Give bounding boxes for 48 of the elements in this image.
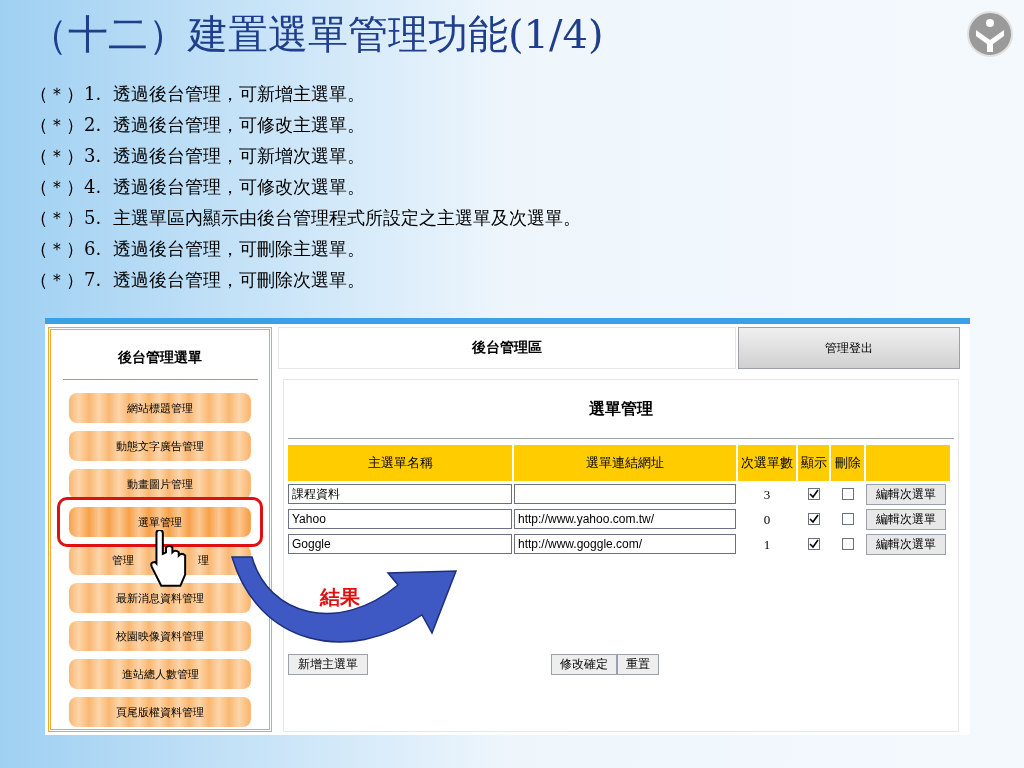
bullet-text: （＊）3. 透過後台管理，可新增次選單。 [30, 144, 366, 168]
logout-button[interactable]: 管理登出 [738, 327, 960, 369]
column-header: 顯示 [798, 444, 829, 481]
sidebar-menu-button[interactable]: 選單管理 [69, 507, 251, 537]
submenu-count: 1 [763, 535, 771, 554]
edit-submenu-button[interactable]: 編輯次選單 [866, 508, 946, 530]
menu-url-field[interactable]: http://www.yahoo.com.tw/ [514, 509, 736, 530]
edit-submenu-button[interactable]: 編輯次選單 [866, 533, 946, 555]
panel-title: 選單管理 [588, 398, 654, 419]
checkbox[interactable] [841, 488, 854, 501]
reset-button[interactable]: 重置 [617, 653, 659, 675]
header-title: 後台管理區 [278, 327, 736, 369]
sidebar-title: 後台管理選單 [118, 347, 202, 367]
column-header: 選單連結網址 [514, 444, 736, 481]
confirm-button[interactable]: 修改確定 [551, 653, 617, 675]
submenu-count: 0 [763, 510, 771, 529]
sidebar-menu-button[interactable]: 最新消息資料管理 [69, 583, 251, 613]
checkbox[interactable] [807, 513, 820, 526]
sidebar-menu-button[interactable]: 網站標題管理 [69, 393, 251, 423]
bullet-text: （＊）6. 透過後台管理，可刪除主選單。 [30, 237, 366, 261]
sidebar-menu-button[interactable]: 進站總人數管理 [69, 659, 251, 689]
add-menu-button[interactable]: 新增主選單 [288, 653, 368, 675]
menu-name-field[interactable]: 課程資料 [288, 484, 512, 505]
sidebar-menu-button[interactable]: 校園映像資料管理 [69, 621, 251, 651]
column-header: 次選單數 [738, 444, 796, 481]
bullet-text: （＊）5. 主選單區內顯示由後台管理程式所設定之主選單及次選單。 [30, 206, 582, 230]
bullet-text: （＊）7. 透過後台管理，可刪除次選單。 [30, 268, 366, 292]
sidebar-menu-button[interactable]: 動態文字廣告管理 [69, 431, 251, 461]
checkbox[interactable] [807, 488, 820, 501]
menu-name-field[interactable]: Yahoo [288, 509, 512, 530]
menu-url-field[interactable] [514, 484, 736, 505]
column-header: 刪除 [831, 444, 864, 481]
submenu-count: 3 [763, 485, 771, 504]
checkbox[interactable] [841, 538, 854, 551]
sidebar-menu-button[interactable]: 動畫圖片管理 [69, 469, 251, 499]
bullet-text: （＊）1. 透過後台管理，可新增主選單。 [30, 82, 366, 106]
checkbox[interactable] [841, 513, 854, 526]
result-label: 結果 [320, 585, 360, 610]
menu-url-field[interactable]: http://www.goggle.com/ [514, 534, 736, 555]
logo-icon [966, 10, 1014, 58]
bullet-text: （＊）2. 透過後台管理，可修改主選單。 [30, 113, 366, 137]
checkbox[interactable] [807, 538, 820, 551]
edit-submenu-button[interactable]: 編輯次選單 [866, 483, 946, 505]
menu-name-field[interactable]: Goggle [288, 534, 512, 555]
sidebar-menu-button[interactable]: 頁尾版權資料管理 [69, 697, 251, 727]
column-header: 主選單名稱 [288, 444, 512, 481]
slide-title: （十二）建置選單管理功能(1/4) [28, 10, 604, 58]
bullet-text: （＊）4. 透過後台管理，可修改次選單。 [30, 175, 366, 199]
